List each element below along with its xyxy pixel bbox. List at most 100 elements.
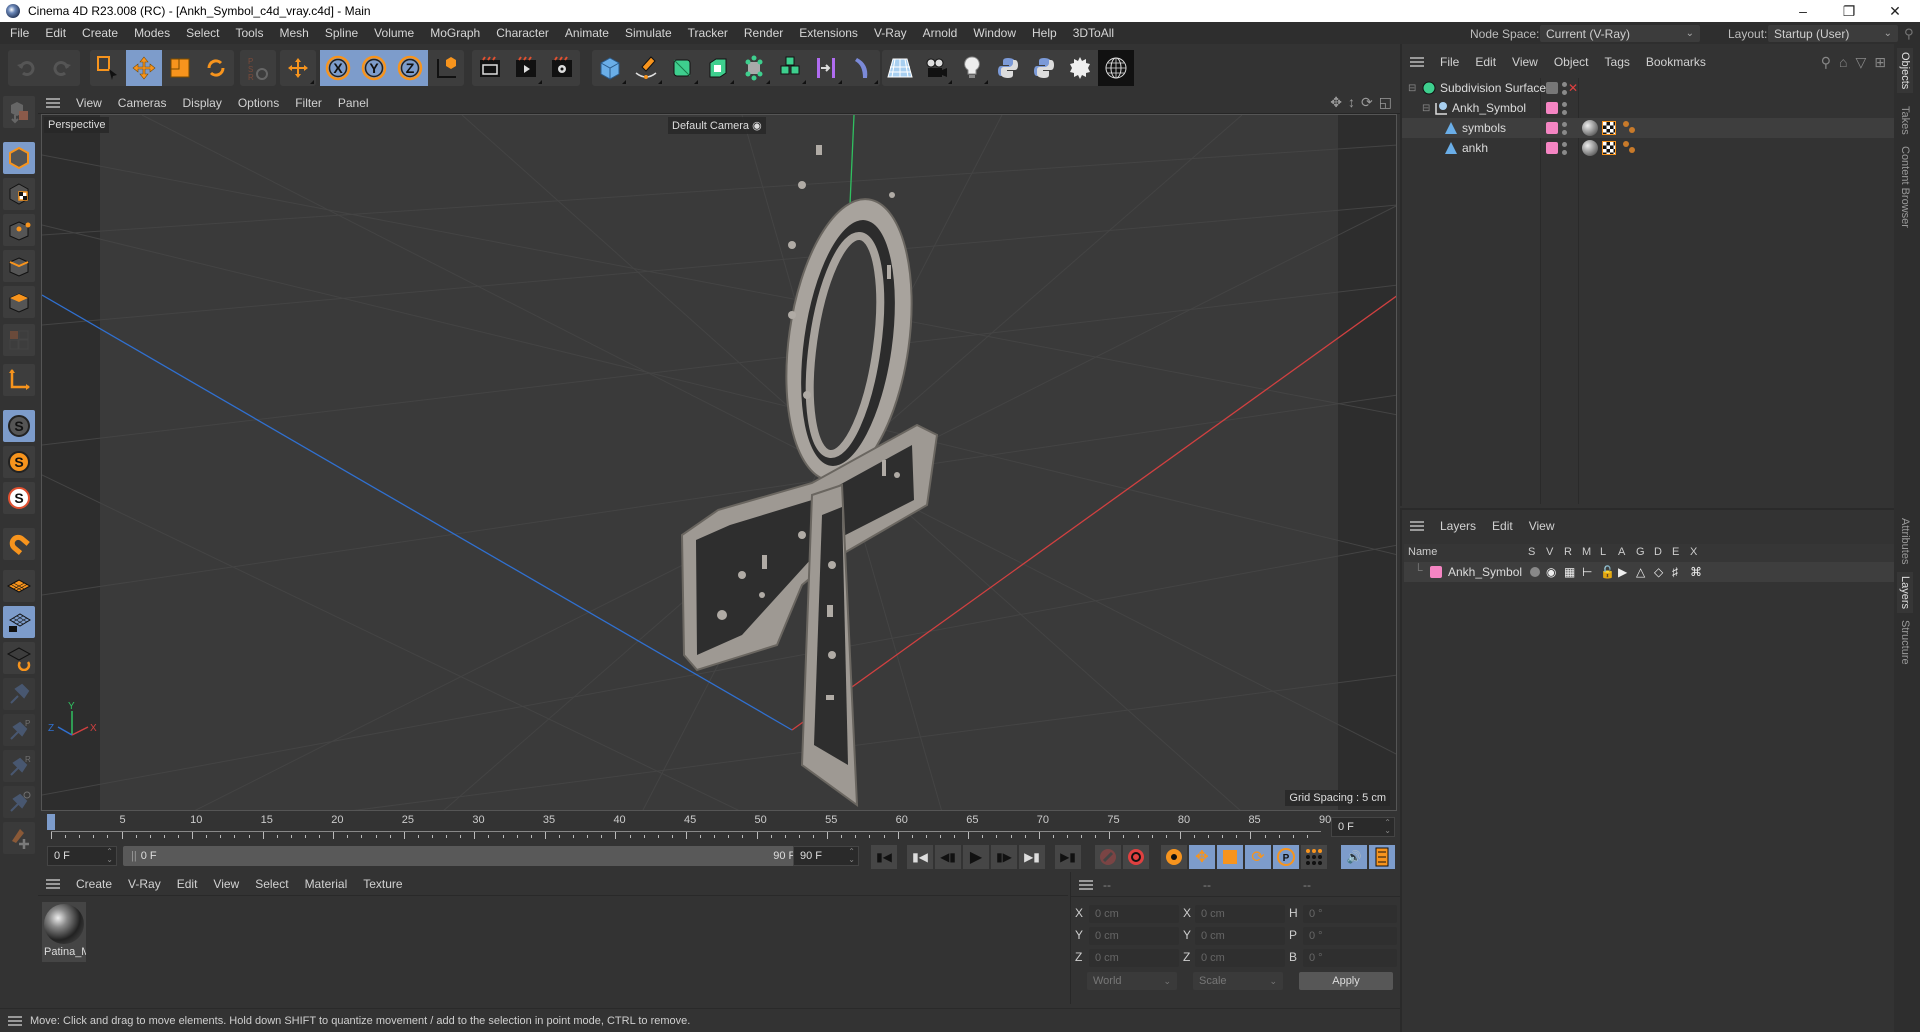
render-settings-button[interactable] [544,50,580,86]
python-2-button[interactable] [1026,50,1062,86]
current-frame-field[interactable]: 0 F ⌃ ⌄ [1331,817,1395,837]
uvw-tag-icon[interactable] [1602,141,1616,155]
x-axis-lock-button[interactable]: X [320,50,356,86]
pin-button[interactable] [3,678,35,710]
menu-arnold[interactable]: Arnold [915,26,966,40]
record-button[interactable] [1095,845,1121,869]
rot-b-field[interactable]: 0 ° [1303,949,1397,967]
menu-tracker[interactable]: Tracker [680,26,736,40]
render-view-button[interactable] [472,50,508,86]
animation-play-icon[interactable]: ▶ [1618,565,1627,579]
3d-viewport[interactable]: Y X Z Perspective Default Camera ◉ Grid … [41,114,1397,811]
uvw-tag-icon[interactable] [1602,121,1616,135]
cloner-button[interactable] [736,50,772,86]
layer-color-swatch[interactable] [1546,102,1558,114]
size-z-field[interactable]: 0 cm [1195,949,1285,967]
pan-icon[interactable]: ✥ [1330,94,1342,111]
layer-menu-view[interactable]: View [1521,519,1563,533]
dolly-icon[interactable]: ↕ [1348,94,1355,111]
key-scale-button[interactable] [1217,845,1243,869]
key-rot-button[interactable]: ⟳ [1245,845,1271,869]
object-menu-view[interactable]: View [1504,55,1546,69]
key-pos-button[interactable]: ✥ [1189,845,1215,869]
deformer-button[interactable] [844,50,880,86]
menu-modes[interactable]: Modes [126,26,178,40]
workplane-button[interactable] [3,570,35,602]
tab-structure[interactable]: Structure [1897,616,1913,669]
playhead[interactable] [47,814,55,830]
next-key-button[interactable]: ▶▮ [1019,845,1045,869]
maximize-button[interactable]: ❐ [1826,0,1872,22]
material-menu-texture[interactable]: Texture [355,877,410,891]
material-swatch[interactable]: Patina_M [42,902,86,962]
material-tag-icon[interactable] [1582,120,1598,136]
psr-button[interactable]: PSR [240,50,276,86]
preview-range-slider[interactable]: ||0 F 90 F|| [123,846,813,866]
world-axis-move-button[interactable] [280,50,316,86]
snap-button[interactable]: S [3,410,35,442]
lock-icon[interactable]: 🔓 [1600,565,1615,579]
size-y-field[interactable]: 0 cm [1195,927,1285,945]
prev-key-button[interactable]: ▮◀ [907,845,933,869]
material-menu-select[interactable]: Select [247,877,296,891]
menu-edit[interactable]: Edit [37,26,74,40]
symmetry-button[interactable] [808,50,844,86]
light-button[interactable] [954,50,990,86]
uv-mode-button[interactable] [3,324,35,356]
viewport-menu-options[interactable]: Options [230,96,287,110]
search-icon[interactable]: ⚲ [1904,26,1914,42]
pos-z-field[interactable]: 0 cm [1089,949,1179,967]
home-icon[interactable]: ⌂ [1839,54,1847,71]
object-menu-tags[interactable]: Tags [1597,55,1638,69]
new-view-icon[interactable]: ⊞ [1874,54,1886,71]
material-menu-edit[interactable]: Edit [169,877,206,891]
layout-dropdown[interactable]: Startup (User) ⌄ [1768,25,1898,42]
live-selection-button[interactable] [90,50,126,86]
menu-file[interactable]: File [2,26,37,40]
next-frame-button[interactable]: ▮▶ [991,845,1017,869]
start-frame-field[interactable]: 0 F ⌃ ⌄ [47,846,117,866]
autokey-button[interactable] [1123,845,1149,869]
pin-target-button[interactable] [3,786,35,818]
menu-volume[interactable]: Volume [366,26,422,40]
tab-takes[interactable]: Takes [1897,102,1913,139]
menu-render[interactable]: Render [736,26,791,40]
rotate-button[interactable] [198,50,234,86]
visibility-dots[interactable] [1562,141,1567,155]
close-button[interactable]: ✕ [1872,0,1918,22]
menu-select[interactable]: Select [178,26,227,40]
material-menu-view[interactable]: View [205,877,247,891]
object-menu-icon[interactable] [1410,57,1424,67]
material-tag-icon[interactable] [1582,140,1598,156]
vertex-map-tag-icon[interactable] [1622,140,1636,157]
timeline-ruler[interactable]: 051015202530354045505560657075808590 0 F… [41,812,1397,842]
tab-objects[interactable]: Objects [1897,48,1913,94]
layer-color-swatch[interactable] [1546,122,1558,134]
layer-menu-icon[interactable] [1410,521,1424,531]
timeline-button[interactable] [1369,845,1395,869]
python-button[interactable] [990,50,1026,86]
node-space-dropdown[interactable]: Current (V-Ray) ⌄ [1540,25,1700,42]
deformers-icon[interactable]: ◇ [1654,565,1663,579]
material-menu-icon[interactable] [46,878,60,889]
object-row-subdivision-surface[interactable]: ⊟ Subdivision Surface ✕ [1402,78,1894,98]
xref-icon[interactable]: ⌘ [1690,565,1702,579]
z-axis-lock-button[interactable]: Z [392,50,428,86]
texture-mode-button[interactable] [3,178,35,210]
move-button[interactable] [126,50,162,86]
go-to-end-button[interactable]: ▶▮ [1055,845,1081,869]
status-menu-icon[interactable] [8,1015,22,1026]
render-picture-viewer-button[interactable] [508,50,544,86]
filter-icon[interactable]: ▽ [1855,54,1866,71]
polygons-mode-button[interactable] [3,286,35,318]
disabled-x-icon[interactable]: ✕ [1568,81,1578,95]
axis-mode-button[interactable] [3,364,35,396]
layer-color-swatch[interactable] [1430,566,1442,578]
collapse-icon[interactable]: ⊟ [1408,83,1416,94]
maximize-view-icon[interactable]: ◱ [1379,94,1392,111]
material-menu-vray[interactable]: V-Ray [120,877,169,891]
object-row-symbols[interactable]: symbols [1402,118,1894,138]
tab-layers[interactable]: Layers [1897,572,1913,614]
camera-label[interactable]: Default Camera ◉ [668,117,766,134]
object-row-ankh[interactable]: ankh [1402,138,1894,158]
